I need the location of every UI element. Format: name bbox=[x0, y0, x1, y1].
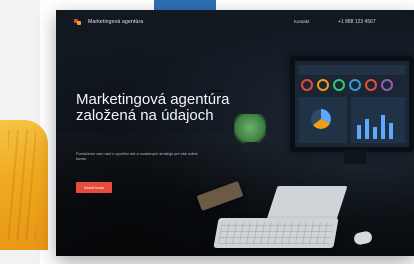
plant-pot-image bbox=[244, 142, 258, 152]
paper-sheet-image bbox=[266, 186, 348, 220]
hero-subtext: Pomôžeme vám rásť s využitím dát a moder… bbox=[76, 152, 198, 161]
hero-section: Marketingová agentúra Kontakt +1 888 123… bbox=[56, 10, 414, 256]
dashboard-illustration bbox=[295, 61, 409, 147]
phone-number[interactable]: +1 888 123 4567 bbox=[338, 19, 376, 25]
brand-logo[interactable]: Marketingová agentúra bbox=[74, 19, 143, 25]
top-navigation: Marketingová agentúra Kontakt +1 888 123… bbox=[56, 10, 414, 34]
pencils-image bbox=[0, 120, 48, 250]
keyboard-keys bbox=[218, 222, 334, 244]
brand-name: Marketingová agentúra bbox=[88, 19, 144, 25]
monitor-screen bbox=[295, 61, 409, 147]
monitor-stand bbox=[344, 150, 366, 164]
hero-headline: Marketingová agentúra založená na údajoc… bbox=[76, 91, 230, 124]
logo-icon bbox=[74, 19, 82, 25]
keyboard-image bbox=[213, 218, 339, 248]
hero-cta-button[interactable]: Začať teraz bbox=[76, 182, 112, 193]
nav-link[interactable]: Kontakt bbox=[294, 19, 309, 24]
monitor-image bbox=[290, 56, 414, 152]
